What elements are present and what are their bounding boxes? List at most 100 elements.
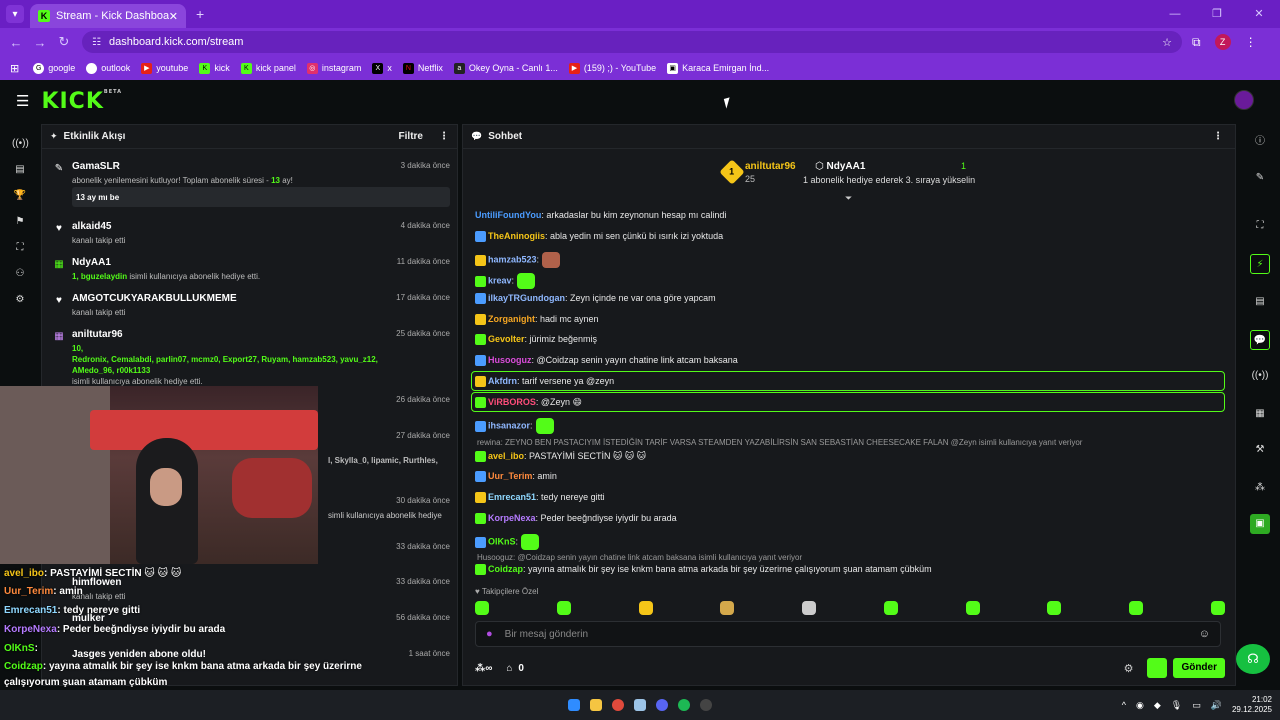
explorer-icon[interactable]	[590, 699, 602, 711]
broadcast-icon[interactable]: ((•))	[12, 136, 29, 152]
bookmark-kick[interactable]: Kkick	[199, 62, 230, 74]
store-icon[interactable]: ⌂	[506, 663, 512, 674]
event-username[interactable]: aniltutar96	[72, 329, 123, 340]
bookmark-youtube-2[interactable]: ▶ (159) ;) - YouTube	[568, 62, 656, 74]
bookmark-kick-panel[interactable]: Kkick panel	[240, 62, 296, 74]
chat-username[interactable]: ilkayTRGundogan	[488, 293, 565, 303]
browser-tab[interactable]: K Stream - Kick Dashboard ✕	[30, 4, 186, 28]
emoji-icon[interactable]: ☺	[1199, 628, 1210, 640]
event-username[interactable]: NdyAA1	[72, 257, 111, 268]
hamburger-menu-icon[interactable]: ☰	[16, 92, 29, 110]
layout-icon[interactable]: ▦	[1250, 404, 1270, 424]
emote-icon[interactable]	[556, 601, 571, 615]
chat-username[interactable]: KorpeNexa	[488, 513, 536, 523]
community-icon[interactable]: ⚑	[12, 214, 28, 230]
bookmark-google[interactable]: Ggoogle	[33, 62, 75, 74]
chat-username[interactable]: hamzab523	[488, 254, 537, 264]
tray-app-icon[interactable]: ◉	[1136, 700, 1144, 711]
start-icon[interactable]	[568, 699, 580, 711]
share-icon[interactable]: ⁂	[1250, 478, 1270, 498]
chat-options-icon[interactable]: ⋮	[1213, 131, 1223, 142]
bookmark-x[interactable]: Xx	[372, 62, 392, 74]
mic-icon[interactable]: ●	[486, 628, 493, 640]
emote-icon[interactable]	[802, 601, 817, 615]
send-button[interactable]: Gönder	[1173, 658, 1225, 678]
chat-username[interactable]: ihsanazor	[488, 420, 530, 430]
infinity-points-icon[interactable]: ⁂∞	[475, 663, 492, 674]
chrome-icon[interactable]	[612, 699, 624, 711]
moderation-icon[interactable]: ⛶	[12, 240, 28, 256]
forward-icon[interactable]: →	[28, 35, 52, 50]
restore-icon[interactable]: ❐	[1196, 0, 1238, 28]
chat-username[interactable]: UntiliFoundYou	[475, 210, 541, 220]
event-username[interactable]: GamaSLR	[72, 161, 120, 172]
bookmark-youtube[interactable]: ▶ youtube	[141, 62, 188, 74]
broadcast-icon[interactable]: ((•))	[1250, 366, 1270, 386]
bookmark-netflix[interactable]: N Netflix	[402, 62, 443, 74]
chat-username[interactable]: OlKnS	[488, 536, 516, 546]
chat-settings-icon[interactable]: ⚙	[1124, 662, 1134, 675]
spotify-icon[interactable]	[678, 699, 690, 711]
trophy-icon[interactable]: 🏆	[12, 188, 28, 204]
chat-username[interactable]: Uur_Terim	[488, 471, 532, 481]
emote-icon[interactable]	[1129, 601, 1144, 615]
new-tab-icon[interactable]: +	[196, 6, 204, 22]
obs-icon[interactable]	[700, 699, 712, 711]
focus-icon[interactable]: ⛶	[1250, 216, 1270, 236]
chat-username[interactable]: Husooguz	[488, 355, 532, 365]
bookmark-instagram[interactable]: ◎ instagram	[306, 62, 361, 74]
emote-icon[interactable]	[720, 601, 735, 615]
back-icon[interactable]: ←	[4, 35, 28, 50]
apps-icon[interactable]: ⊞	[10, 62, 19, 75]
tools-icon[interactable]: ⚒	[1250, 440, 1270, 460]
more-options-icon[interactable]: ⋮	[439, 131, 449, 142]
url-field[interactable]: ☷ dashboard.kick.com/stream ☆	[82, 31, 1182, 53]
minimize-icon[interactable]: —	[1154, 0, 1196, 28]
second-user[interactable]: ⬡ NdyAA1	[815, 161, 865, 172]
chat-username[interactable]: TheAninogiis	[488, 231, 545, 241]
edit-icon[interactable]: ✎	[1250, 168, 1270, 188]
volume-icon[interactable]: 🔊	[1211, 700, 1222, 711]
network-icon[interactable]: ▭	[1192, 700, 1201, 711]
site-info-icon[interactable]: ☷	[92, 37, 101, 48]
bookmark-okey[interactable]: a Okey Oyna - Canlı 1...	[453, 62, 558, 74]
emote-icon[interactable]	[965, 601, 980, 615]
steam-icon[interactable]	[634, 699, 646, 711]
event-username[interactable]: alkaid45	[72, 221, 111, 232]
close-tab-icon[interactable]: ✕	[169, 10, 178, 23]
chat-username[interactable]: ViRBOROS	[488, 397, 536, 407]
kick-logo[interactable]: KICKBETA	[41, 89, 122, 114]
bookmark-star-icon[interactable]: ☆	[1162, 36, 1172, 49]
tray-up-icon[interactable]: ^	[1122, 700, 1126, 710]
clock[interactable]: 21:02 29.12.2025	[1232, 695, 1272, 715]
leader-username[interactable]: aniltutar96	[745, 161, 796, 172]
profile-avatar[interactable]: Z	[1214, 34, 1231, 50]
chat-username[interactable]: Zorganight	[488, 314, 535, 324]
bookmark-karaca[interactable]: ▣ Karaca Emirgan İnd...	[667, 62, 769, 74]
emote-picker-icon[interactable]	[1147, 658, 1168, 678]
chat-toggle-icon[interactable]: 💬	[1250, 330, 1270, 350]
bot-icon[interactable]: ▣	[1250, 514, 1270, 534]
info-icon[interactable]: ⓘ	[1250, 132, 1270, 152]
filter-button[interactable]: Filtre	[399, 131, 423, 142]
emote-icon[interactable]	[1047, 601, 1062, 615]
discord-icon[interactable]	[656, 699, 668, 711]
emote-icon[interactable]	[1210, 601, 1225, 615]
users-icon[interactable]: ⚇	[12, 266, 28, 282]
tab-search-icon[interactable]: ▾	[6, 5, 24, 23]
tray-mic-icon[interactable]: 🎙	[1171, 700, 1182, 711]
user-avatar[interactable]	[1234, 90, 1254, 110]
close-window-icon[interactable]: ✕	[1238, 0, 1280, 28]
event-username[interactable]: AMGOTCUKYARAKBULLUKMEME	[72, 293, 237, 304]
emote-icon[interactable]	[638, 601, 653, 615]
reload-icon[interactable]: ↻	[52, 34, 76, 50]
quick-actions-icon[interactable]: ⚡	[1250, 254, 1270, 274]
chat-username[interactable]: Akfdrn	[488, 376, 517, 386]
chat-username[interactable]: Emrecan51	[488, 492, 536, 502]
settings-icon[interactable]: ⚙	[12, 292, 28, 308]
collapse-icon[interactable]: ⏷	[845, 193, 852, 204]
chat-username[interactable]: kreav	[488, 275, 512, 285]
extensions-icon[interactable]: ⧉	[1192, 35, 1201, 50]
chat-input[interactable]: ● Bir mesaj gönderin ☺	[475, 621, 1221, 647]
chat-username[interactable]: avel_ibo	[488, 451, 524, 461]
